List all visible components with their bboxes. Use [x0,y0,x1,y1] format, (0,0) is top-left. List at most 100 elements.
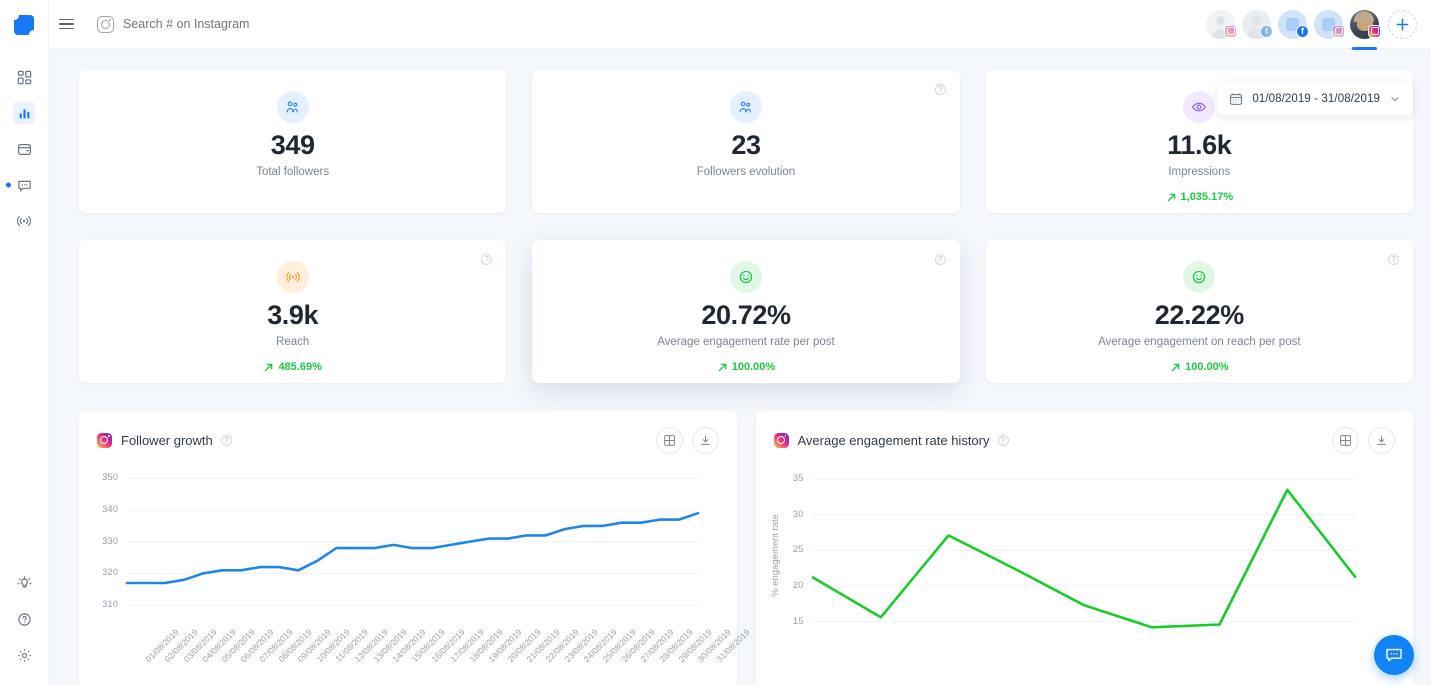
instagram-badge-icon [1368,24,1381,38]
chart-header: Average engagement rate history ? [768,427,1395,454]
average-engagement-rate-history-svg [811,478,1356,629]
chart-card-engagement-rate-history: Average engagement rate history ? 15 20 … [755,411,1413,685]
lightbulb-icon [13,572,35,594]
hamburger-menu-icon[interactable] [51,18,81,30]
kpi-delta: 100.00% [717,361,775,373]
help-icon[interactable]: ? [934,84,946,95]
dashboard-content: 349 Total followers ? 23 Followers evolu… [49,49,1431,685]
sidebar-item-settings[interactable] [0,637,48,673]
sidebar-item-dashboard[interactable] [0,59,48,95]
kpi-label: Average engagement rate per post [657,336,835,349]
help-icon[interactable]: ? [934,254,946,265]
sidebar-item-help[interactable] [0,601,48,637]
sidebar-item-analytics[interactable] [0,95,48,131]
follower-growth-svg [125,477,700,606]
sidebar-nav [0,59,48,239]
kpi-card-followers-evolution: ? 23 Followers evolution [532,70,960,213]
bar-chart-icon [13,102,35,124]
smiley-icon [1183,261,1216,293]
kpi-row-2: ? 3.9k Reach 485.69% ? 20.72% Average en… [79,240,1413,383]
kpi-card-avg-engagement-on-reach-per-post: ? 22.22% Average engagement on reach per… [985,240,1413,383]
chart-title: Follower growth [121,433,213,448]
trend-up-icon [1167,193,1175,202]
search-input[interactable] [123,17,453,31]
kpi-delta: 100.00% [1170,361,1229,374]
kpi-card-total-followers: 349 Total followers [79,70,507,213]
instagram-icon [773,433,789,448]
sidebar-item-publisher[interactable] [0,131,48,167]
search-bar[interactable] [97,15,1206,33]
instagram-badge-icon [1224,24,1237,38]
kpi-card-reach: ? 3.9k Reach 485.69% [79,240,507,383]
sidebar [0,0,49,685]
kpi-delta-value: 100.00% [1185,361,1229,374]
chart-actions [655,427,719,454]
gear-icon [13,644,35,666]
kpi-delta: 1,035.17% [1166,191,1234,204]
y-axis-tick-label: 35 [792,473,804,485]
kpi-value: 23 [731,130,761,160]
sidebar-item-ideas[interactable] [0,565,48,601]
account-avatar[interactable] [1206,9,1237,39]
app-root: f f [0,0,1431,685]
engagement-rate-plot: 15 20 25 30 35% engagement rate [768,466,1396,656]
kpi-delta: 485.69% [263,361,322,373]
kpi-value: 349 [270,130,315,160]
trend-up-icon [718,363,727,372]
calendar-icon [1230,92,1243,105]
kpi-label: Average engagement on reach per post [1098,336,1301,349]
chat-bubble-icon [13,174,35,196]
date-range-picker[interactable]: 01/08/2019 - 31/08/2019 [1217,82,1413,115]
sidebar-item-inbox[interactable] [0,167,48,203]
facebook-badge-icon: f [1296,24,1309,38]
chat-support-icon [1386,648,1402,662]
help-icon[interactable]: ? [997,435,1009,446]
date-range-value: 01/08/2019 - 31/08/2019 [1252,92,1380,105]
kpi-value: 22.22% [1154,300,1245,330]
broadcast-icon [276,261,309,293]
help-icon[interactable]: ? [481,254,493,265]
account-avatar-selected[interactable] [1350,9,1381,50]
y-axis-tick-label: 310 [102,599,118,611]
kpi-delta-value: 1,035.17% [1180,191,1234,204]
table-view-button[interactable] [655,427,683,454]
table-view-icon [1340,435,1351,446]
broadcast-icon [13,210,35,232]
kpi-row-1: 349 Total followers ? 23 Followers evolu… [79,70,1413,213]
kpi-value: 11.6k [1167,130,1232,160]
smiley-icon [729,261,762,293]
account-avatar[interactable]: f [1242,9,1273,39]
y-axis-tick-label: 340 [102,504,118,516]
topbar: f f [49,0,1431,50]
kpi-label: Followers evolution [696,166,796,179]
account-switcher: f f [1206,9,1417,50]
sidebar-bottom-nav [0,565,48,685]
instagram-outline-icon [97,15,114,33]
account-avatar[interactable] [1314,9,1345,39]
support-chat-button[interactable] [1374,635,1414,675]
question-circle-icon [13,608,35,630]
download-icon [1377,435,1386,445]
people-icon [276,91,309,123]
notification-dot [6,182,11,188]
help-icon[interactable]: ? [1387,254,1399,265]
kpi-value: 20.72% [701,300,791,330]
instagram-icon [97,433,112,448]
download-button[interactable] [691,427,719,454]
data-line [811,488,1356,629]
table-view-button[interactable] [1332,427,1359,454]
account-avatar[interactable]: f [1278,9,1309,39]
data-line [125,511,700,585]
y-axis-tick-label: 330 [102,535,118,547]
brand-logo[interactable] [0,0,48,49]
add-account-button[interactable] [1388,9,1417,39]
download-button[interactable] [1368,427,1395,454]
help-icon[interactable]: ? [220,435,232,446]
main-area: f f [49,0,1431,685]
chart-actions [1332,427,1395,454]
sidebar-item-listening[interactable] [0,203,48,239]
instagram-badge-icon [1332,24,1345,38]
kpi-label: Impressions [1168,166,1231,179]
people-icon [729,91,762,123]
chart-header: Follower growth ? [91,427,719,454]
